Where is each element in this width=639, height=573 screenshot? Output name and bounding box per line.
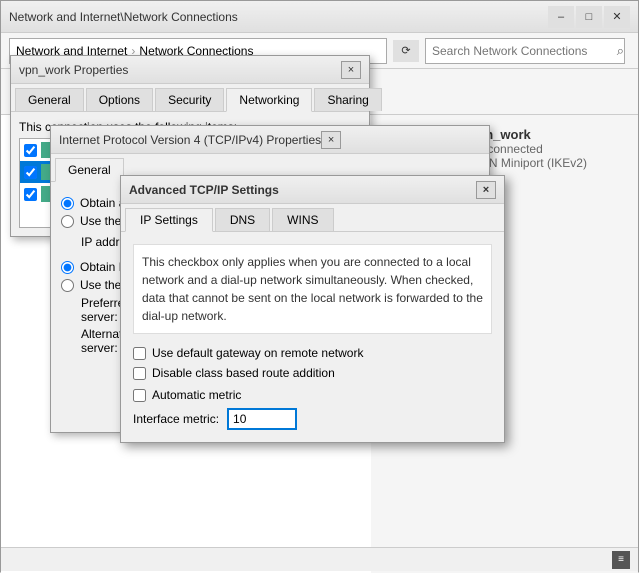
default-gateway-row[interactable]: Use default gateway on remote network	[133, 346, 492, 360]
vpn-properties-title: vpn_work Properties	[19, 63, 341, 77]
ipv4-title: Internet Protocol Version 4 (TCP/IPv4) P…	[59, 133, 321, 147]
search-container: ⌕	[425, 38, 630, 64]
use-ip-radio[interactable]	[61, 215, 74, 228]
automatic-metric-row[interactable]: Automatic metric	[133, 388, 492, 402]
interface-metric-label: Interface metric:	[133, 412, 219, 426]
interface-metric-row: Interface metric:	[133, 408, 492, 430]
disable-class-label: Disable class based route addition	[152, 366, 335, 380]
tab-sharing[interactable]: Sharing	[314, 88, 381, 111]
ipv4-tab-general[interactable]: General	[55, 158, 124, 182]
ipv4-checkbox[interactable]	[24, 166, 37, 179]
tab-options[interactable]: Options	[86, 88, 153, 111]
disable-class-checkbox[interactable]	[133, 367, 146, 380]
main-title-bar: Network and Internet\Network Connections…	[1, 1, 638, 33]
obtain-ip-radio[interactable]	[61, 197, 74, 210]
vpn-properties-title-bar: vpn_work Properties ×	[11, 56, 369, 84]
vpn-properties-tabs: General Options Security Networking Shar…	[11, 84, 369, 112]
tab-general[interactable]: General	[15, 88, 84, 111]
disable-class-row[interactable]: Disable class based route addition	[133, 366, 492, 380]
advanced-content: This checkbox only applies when you are …	[121, 232, 504, 442]
advanced-tab-dns[interactable]: DNS	[215, 208, 270, 231]
use-dns-radio[interactable]	[61, 279, 74, 292]
default-gateway-label: Use default gateway on remote network	[152, 346, 363, 360]
automatic-metric-checkbox[interactable]	[133, 389, 146, 402]
main-window-title: Network and Internet\Network Connections	[9, 10, 548, 24]
search-input[interactable]	[425, 38, 625, 64]
tab-security[interactable]: Security	[155, 88, 224, 111]
obtain-dns-radio[interactable]	[61, 261, 74, 274]
refresh-button[interactable]: ⟳	[393, 40, 419, 62]
interface-metric-input[interactable]	[227, 408, 297, 430]
automatic-metric-label: Automatic metric	[152, 388, 241, 402]
advanced-close[interactable]: ×	[476, 181, 496, 199]
close-button[interactable]: ✕	[604, 6, 630, 28]
metric-section: Automatic metric Interface metric:	[133, 388, 492, 430]
status-icon: ≡	[612, 551, 630, 569]
advanced-title-bar: Advanced TCP/IP Settings ×	[121, 176, 504, 204]
advanced-tcpip-dialog: Advanced TCP/IP Settings × IP Settings D…	[120, 175, 505, 443]
other-checkbox[interactable]	[24, 188, 37, 201]
advanced-tab-ip[interactable]: IP Settings	[125, 208, 213, 232]
restore-button[interactable]: □	[576, 6, 602, 28]
window-controls: – □ ✕	[548, 6, 630, 28]
status-bar: ≡	[1, 547, 638, 571]
search-icon: ⌕	[617, 43, 624, 59]
advanced-tab-wins[interactable]: WINS	[272, 208, 333, 231]
default-gateway-checkbox[interactable]	[133, 347, 146, 360]
ipv4-title-bar: Internet Protocol Version 4 (TCP/IPv4) P…	[51, 126, 489, 154]
info-text: This checkbox only applies when you are …	[133, 244, 492, 334]
minimize-button[interactable]: –	[548, 6, 574, 28]
tab-networking[interactable]: Networking	[226, 88, 312, 112]
advanced-title: Advanced TCP/IP Settings	[129, 183, 476, 197]
ipv4-close[interactable]: ×	[321, 131, 341, 149]
vpn-properties-close[interactable]: ×	[341, 61, 361, 79]
advanced-tabs: IP Settings DNS WINS	[121, 204, 504, 232]
ipv6-checkbox[interactable]	[24, 144, 37, 157]
status-bar-right: ≡	[612, 551, 630, 569]
